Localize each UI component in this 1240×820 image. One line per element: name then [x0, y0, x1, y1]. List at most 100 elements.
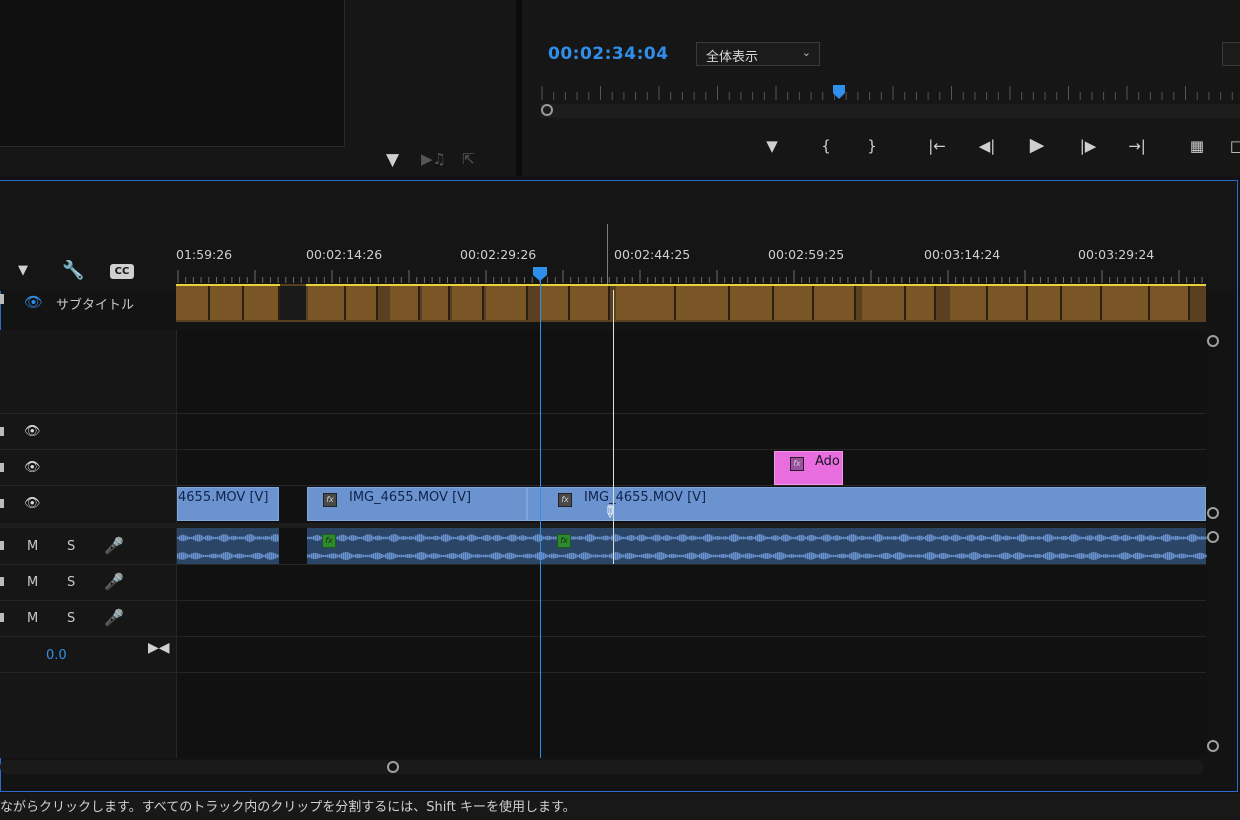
mute-button[interactable]: M	[27, 575, 38, 590]
hscroll-handle[interactable]	[387, 761, 399, 773]
waveform-bar	[1205, 554, 1207, 558]
waveform-bar	[1167, 552, 1169, 560]
video-clip[interactable]: fx IMG_4655.MOV [V]	[307, 487, 527, 521]
waveform-bar	[657, 552, 659, 560]
mic-icon[interactable]: 🎤	[104, 536, 124, 555]
solo-button[interactable]: S	[67, 611, 75, 626]
mark-in-icon[interactable]: {	[815, 135, 837, 157]
track-lock-icon[interactable]	[0, 613, 4, 622]
mute-button[interactable]: M	[27, 611, 38, 626]
wrench-icon[interactable]: 🔧	[62, 260, 84, 281]
subtitle-clip[interactable]	[452, 286, 484, 320]
video-clip[interactable]: fx IMG_4655.MOV [V]	[527, 487, 1206, 521]
fx-badge[interactable]: fx	[790, 457, 804, 471]
waveform-bar	[439, 536, 441, 540]
program-zoom-scrollbar[interactable]	[540, 104, 1240, 118]
zoom-handle[interactable]	[541, 104, 553, 116]
subtitle-clip[interactable]	[616, 286, 676, 320]
waveform-bar	[1079, 553, 1081, 559]
subtitle-clip[interactable]	[862, 286, 906, 320]
program-playhead[interactable]	[832, 84, 846, 100]
bowtie-icon[interactable]: ▶◀	[148, 640, 170, 656]
subtitle-clip[interactable]	[210, 286, 244, 320]
track-lock-icon[interactable]	[0, 427, 4, 436]
subtitle-clip[interactable]	[950, 286, 988, 320]
subtitle-clip[interactable]	[244, 286, 280, 320]
waveform-bar	[1201, 536, 1203, 540]
eye-icon[interactable]: 👁	[24, 460, 41, 475]
subtitle-clip[interactable]	[176, 286, 210, 320]
track-lock-icon[interactable]	[0, 541, 4, 550]
subtitle-clip[interactable]	[346, 286, 378, 320]
subtitle-clip[interactable]	[774, 286, 814, 320]
extract-icon[interactable]: □	[1226, 135, 1240, 157]
subtitle-lock-icon[interactable]	[0, 294, 4, 304]
subtitle-clip[interactable]	[308, 286, 346, 320]
video-clip[interactable]: 4655.MOV [V]	[177, 487, 279, 521]
subtitle-clip[interactable]	[390, 286, 420, 320]
filter-icon[interactable]: ▼	[386, 150, 399, 170]
playhead-handle[interactable]	[532, 266, 548, 282]
fit-select[interactable]: 全体表示 ⌄	[696, 42, 820, 66]
play-icon[interactable]: ▶	[1026, 134, 1048, 156]
waveform-bar	[377, 535, 379, 541]
track-scroll-handle[interactable]	[1207, 531, 1219, 543]
subtitle-clip[interactable]	[1102, 286, 1150, 320]
fx-badge[interactable]: fx	[323, 493, 337, 507]
export-icon[interactable]: ⇱	[462, 150, 475, 168]
fx-badge[interactable]: fx	[322, 534, 336, 548]
go-to-out-icon[interactable]: →|	[1126, 135, 1148, 157]
step-forward-icon[interactable]: |▶	[1077, 135, 1099, 157]
subtitle-clip[interactable]	[676, 286, 730, 320]
subtitle-clip[interactable]	[486, 286, 528, 320]
add-marker-icon[interactable]: ▼	[18, 263, 28, 278]
subtitle-clip[interactable]	[730, 286, 774, 320]
eye-icon[interactable]: 👁	[24, 424, 41, 439]
resolution-select[interactable]	[1222, 42, 1240, 66]
master-volume[interactable]: 0.0	[46, 648, 67, 663]
mic-icon[interactable]: 🎤	[104, 572, 124, 591]
waveform-bar	[863, 536, 865, 540]
track-lock-icon[interactable]	[0, 577, 4, 586]
subtitle-clip[interactable]	[422, 286, 450, 320]
eye-icon[interactable]: 👁	[24, 496, 41, 511]
waveform-bar	[639, 534, 641, 542]
subtitle-clip[interactable]	[1028, 286, 1062, 320]
automate-icon[interactable]: ▶♫	[421, 150, 446, 168]
track-lock-icon[interactable]	[0, 499, 4, 508]
go-to-in-icon[interactable]: |←	[926, 135, 948, 157]
mark-out-icon[interactable]: }	[861, 135, 883, 157]
subtitle-clip[interactable]	[1150, 286, 1190, 320]
lift-icon[interactable]: ▦	[1186, 135, 1208, 157]
subtitle-clip[interactable]	[570, 286, 610, 320]
playhead-line[interactable]	[540, 280, 541, 758]
subtitle-clip[interactable]	[988, 286, 1028, 320]
solo-button[interactable]: S	[67, 575, 75, 590]
timeline-hscroll[interactable]	[0, 760, 1204, 774]
waveform-bar	[1015, 552, 1017, 560]
marker-icon[interactable]: ▼	[761, 135, 783, 157]
subtitle-clip[interactable]	[906, 286, 936, 320]
track-scroll-handle[interactable]	[1207, 507, 1219, 519]
subtitle-clip[interactable]	[540, 286, 570, 320]
subtitle-clip[interactable]	[1062, 286, 1102, 320]
waveform-bar	[729, 553, 731, 559]
timeline-ruler[interactable]	[176, 270, 1206, 284]
program-ruler[interactable]	[540, 84, 1240, 104]
subtitle-clip[interactable]	[814, 286, 856, 320]
captions-icon[interactable]: CC	[110, 264, 134, 279]
fx-badge[interactable]: fx	[557, 534, 571, 548]
mute-button[interactable]: M	[27, 539, 38, 554]
fx-badge[interactable]: fx	[558, 493, 572, 507]
adjustment-clip[interactable]: fx Ado	[774, 451, 843, 485]
step-back-icon[interactable]: ◀|	[976, 135, 998, 157]
program-timecode[interactable]: 00:02:34:04	[548, 44, 669, 64]
track-lock-icon[interactable]	[0, 463, 4, 472]
track-scroll-handle[interactable]	[1207, 335, 1219, 347]
solo-button[interactable]: S	[67, 539, 75, 554]
mic-icon[interactable]: 🎤	[104, 608, 124, 627]
track-scroll-handle[interactable]	[1207, 740, 1219, 752]
project-bin-area[interactable]	[0, 0, 345, 147]
eye-off-icon[interactable]: 👁	[24, 293, 43, 311]
waveform-bar	[749, 553, 751, 559]
